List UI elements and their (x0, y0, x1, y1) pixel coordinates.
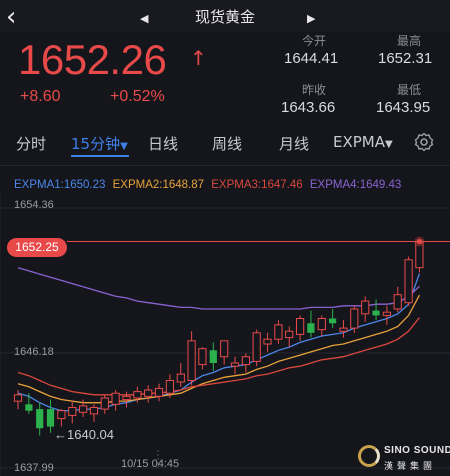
indicator-legend: EXPMA1:1650.23 EXPMA2:1648.87 EXPMA3:164… (14, 179, 401, 191)
y-axis-mid-label: 1646.18 (14, 346, 54, 358)
candle-body (263, 338, 272, 345)
candle-body (46, 409, 55, 427)
low-value: 1643.95 (376, 99, 431, 116)
candle-body (57, 410, 66, 420)
tab-daily[interactable]: 日线 (148, 133, 178, 154)
candle-body (198, 348, 207, 366)
candle-body (296, 318, 305, 335)
candle-body (307, 323, 315, 333)
candle-body (230, 362, 240, 367)
last-price-badge: 1652.25 (7, 238, 67, 257)
period-tabs: 分时 15分钟▼ 日线 周线 月线 EXPMA▼ (0, 124, 450, 160)
brand-logo: SINO SOUND 漢聲集團 (358, 443, 450, 473)
legend-expma4: EXPMA4:1649.43 (309, 179, 402, 191)
legend-expma1: EXPMA1:1650.23 (14, 179, 106, 191)
candle-body (252, 332, 261, 362)
candle-body (350, 308, 359, 329)
prev-close-value: 1643.66 (281, 99, 336, 116)
candle-body (111, 392, 120, 405)
candle-body (176, 373, 185, 383)
tab-indicator[interactable]: EXPMA▼ (333, 133, 393, 151)
tab-monthly[interactable]: 月线 (279, 133, 309, 154)
candle-body (393, 294, 402, 310)
x-axis-time-label: 10/15 04:45 (121, 458, 180, 470)
arrow-up-icon: ↑ (190, 46, 207, 70)
triangle-right-icon[interactable]: ▶ (307, 12, 315, 25)
legend-expma3: EXPMA3:1647.46 (211, 179, 303, 191)
candle-body (36, 409, 44, 429)
candle-body (241, 356, 251, 366)
current-price: 1652.26 (18, 36, 167, 83)
candle-body (285, 330, 294, 339)
candle-body (165, 380, 175, 394)
open-value: 1644.41 (284, 50, 339, 67)
candle-body (209, 350, 217, 363)
gear-icon[interactable] (414, 132, 434, 157)
candle-body (187, 340, 196, 381)
candle-body (220, 340, 229, 358)
y-axis-max-label: 1654.36 (14, 199, 54, 211)
caret-down-icon: ▼ (385, 139, 393, 150)
low-label: 最低 (397, 83, 422, 97)
logo-text-en: SINO SOUND (384, 445, 450, 456)
candle-body (329, 318, 337, 324)
candle-body (361, 300, 370, 315)
open-label: 今开 (302, 34, 327, 48)
y-axis-min-label: 1637.99 (14, 462, 54, 474)
candle-body (317, 318, 326, 331)
expma-line-2 (17, 294, 420, 404)
candle-body (133, 391, 142, 399)
candle-body (13, 394, 23, 402)
candle-body (89, 407, 99, 415)
expma-line-3 (17, 317, 420, 396)
candle-body (122, 395, 131, 401)
page-title: 现货黄金 (194, 8, 255, 26)
tab-15min-label: 15分钟 (71, 135, 121, 153)
candle-body (144, 389, 153, 397)
candle-body (68, 407, 77, 416)
price-change-percent: +0.52% (110, 88, 165, 105)
price-change: +8.60 (20, 88, 61, 105)
candle-body (372, 310, 380, 316)
tab-weekly[interactable]: 周线 (212, 133, 242, 154)
last-price-dot (416, 238, 423, 245)
candle-body (404, 259, 413, 304)
min-price-annotation: ←1640.04 (54, 427, 114, 442)
high-label: 最高 (397, 34, 422, 48)
expma-line-1 (17, 273, 421, 412)
candle-body (154, 387, 164, 397)
candle-body (339, 327, 348, 332)
candle-body (100, 397, 109, 410)
tab-timeshare[interactable]: 分时 (16, 133, 46, 154)
prev-close-label: 昨收 (302, 83, 327, 97)
tab-indicator-label: EXPMA (333, 133, 386, 151)
active-tab-indicator (71, 155, 129, 157)
expma-line-4 (17, 267, 420, 310)
candle-body (25, 404, 33, 411)
high-value: 1652.31 (378, 50, 433, 67)
tab-15min[interactable]: 15分钟▼ (71, 133, 128, 154)
caret-down-icon: ▼ (120, 141, 128, 152)
divider (0, 165, 450, 166)
candle-body (274, 324, 283, 340)
legend-expma2: EXPMA2:1648.87 (112, 179, 205, 191)
logo-mark (358, 445, 380, 467)
logo-text-cn: 漢聲集團 (384, 462, 437, 472)
candle-body (79, 405, 88, 413)
candle-body (382, 311, 391, 316)
